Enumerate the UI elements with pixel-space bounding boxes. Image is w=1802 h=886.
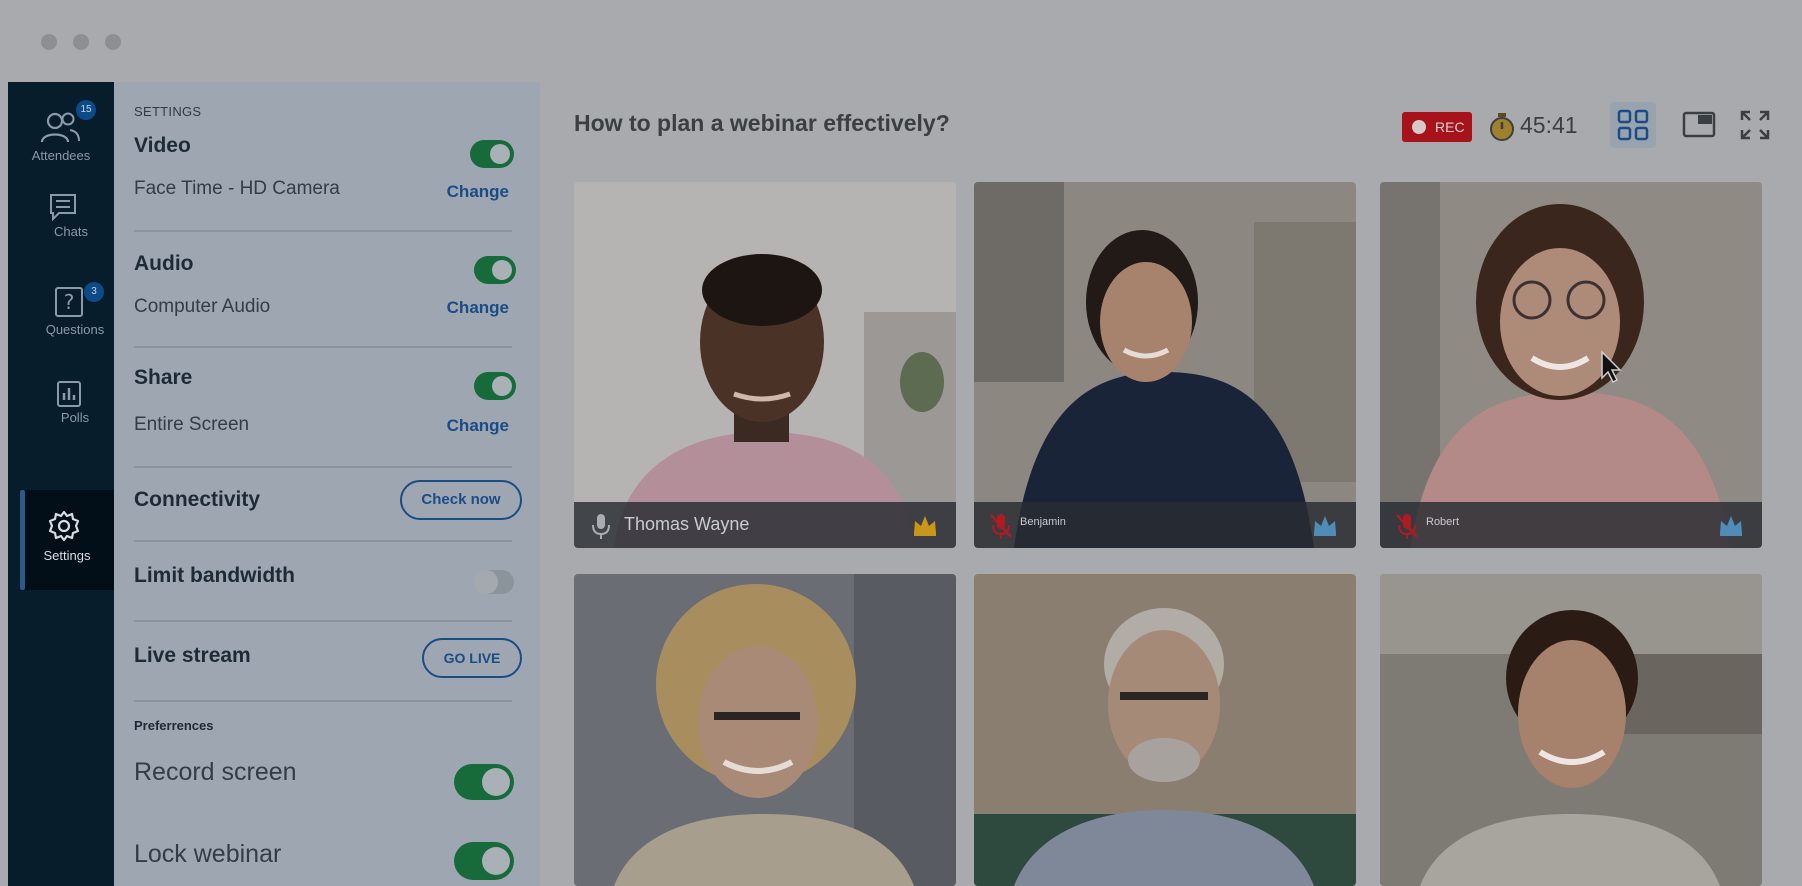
microphone-muted-icon[interactable] bbox=[1394, 512, 1420, 540]
nav-label-questions: Questions bbox=[45, 322, 105, 337]
nav-item-attendees[interactable]: 15 Attendees bbox=[8, 92, 114, 188]
share-toggle[interactable] bbox=[474, 372, 516, 400]
sidebar-nav: 15 Attendees Chats ? 3 Questions Polls S… bbox=[8, 82, 114, 886]
question-icon: ? bbox=[55, 287, 83, 317]
participant-name: Robert bbox=[1426, 516, 1460, 528]
svg-text:?: ? bbox=[64, 290, 75, 314]
settings-heading: SETTINGS bbox=[134, 104, 202, 119]
mouse-cursor-icon bbox=[1601, 350, 1622, 384]
participant-name-bar: Robert bbox=[1380, 502, 1762, 548]
settings-panel: SETTINGS Video Face Time - HD Camera Cha… bbox=[114, 82, 540, 886]
participant-video bbox=[974, 182, 1356, 548]
participant-video bbox=[574, 182, 956, 548]
participant-name: Benjamin bbox=[1020, 516, 1066, 528]
crown-icon bbox=[1314, 516, 1336, 536]
gear-icon bbox=[48, 510, 80, 542]
divider bbox=[134, 620, 512, 622]
fullscreen-icon bbox=[1740, 110, 1770, 140]
nav-label-chats: Chats bbox=[54, 224, 88, 239]
share-title: Share bbox=[134, 366, 193, 389]
video-device-label: Face Time - HD Camera bbox=[134, 178, 340, 199]
recording-badge[interactable]: REC bbox=[1402, 112, 1472, 142]
webinar-app: 15 Attendees Chats ? 3 Questions Polls S… bbox=[8, 82, 1802, 886]
lock-webinar-label: Lock webinar bbox=[134, 840, 282, 868]
crown-icon bbox=[1720, 516, 1742, 536]
window-titlebar bbox=[0, 0, 1802, 82]
check-now-button[interactable]: Check now bbox=[400, 480, 522, 520]
picture-in-picture-icon bbox=[1682, 111, 1716, 138]
divider bbox=[134, 230, 512, 232]
live-stream-title: Live stream bbox=[134, 644, 251, 667]
fullscreen-button[interactable] bbox=[1732, 102, 1778, 148]
window-minimize-button[interactable] bbox=[73, 34, 89, 50]
nav-active-indicator bbox=[20, 490, 25, 590]
participant-tile[interactable] bbox=[1380, 574, 1762, 886]
preferences-heading: Preferrences bbox=[134, 718, 214, 733]
people-icon bbox=[40, 112, 80, 143]
audio-title: Audio bbox=[134, 252, 194, 275]
video-change-link[interactable]: Change bbox=[447, 182, 509, 202]
connectivity-title: Connectivity bbox=[134, 488, 261, 511]
questions-count-badge: 3 bbox=[84, 282, 104, 302]
go-live-button[interactable]: GO LIVE bbox=[422, 638, 522, 678]
chat-icon bbox=[50, 194, 76, 222]
nav-label-settings: Settings bbox=[43, 548, 91, 563]
app-window: 15 Attendees Chats ? 3 Questions Polls S… bbox=[0, 0, 1802, 886]
participant-video bbox=[574, 574, 956, 886]
nav-label-polls: Polls bbox=[60, 410, 90, 425]
divider bbox=[134, 540, 512, 542]
nav-item-chats[interactable]: Chats bbox=[8, 184, 114, 280]
participant-name-bar: Thomas Wayne bbox=[574, 502, 956, 548]
record-screen-label: Record screen bbox=[134, 758, 297, 786]
share-change-link[interactable]: Change bbox=[447, 416, 509, 436]
participant-tile[interactable]: Thomas Wayne bbox=[574, 182, 956, 548]
divider bbox=[134, 346, 512, 348]
audio-change-link[interactable]: Change bbox=[447, 298, 509, 318]
main-stage: How to plan a webinar effectively? REC 4… bbox=[540, 82, 1802, 886]
participant-name: Thomas Wayne bbox=[624, 514, 750, 534]
microphone-icon[interactable] bbox=[588, 512, 614, 540]
webinar-title: How to plan a webinar effectively? bbox=[574, 110, 950, 136]
participant-tile[interactable] bbox=[974, 574, 1356, 886]
record-dot-icon bbox=[1412, 120, 1426, 134]
nav-label-attendees: Attendees bbox=[31, 148, 91, 163]
nav-item-questions[interactable]: ? 3 Questions bbox=[8, 278, 114, 374]
participant-name-bar: Benjamin bbox=[974, 502, 1356, 548]
audio-toggle[interactable] bbox=[474, 256, 516, 284]
microphone-muted-icon[interactable] bbox=[988, 512, 1014, 540]
divider bbox=[134, 466, 512, 468]
participant-tile[interactable] bbox=[574, 574, 956, 886]
participant-tile[interactable]: Robert bbox=[1380, 182, 1762, 548]
participant-video bbox=[1380, 574, 1762, 886]
window-maximize-button[interactable] bbox=[105, 34, 121, 50]
audio-device-label: Computer Audio bbox=[134, 296, 271, 317]
recording-label: REC bbox=[1435, 119, 1465, 135]
video-title: Video bbox=[134, 134, 191, 157]
window-close-button[interactable] bbox=[41, 34, 57, 50]
grid-view-button[interactable] bbox=[1610, 102, 1656, 148]
lock-webinar-toggle[interactable] bbox=[454, 842, 514, 880]
divider bbox=[134, 700, 512, 702]
pip-view-button[interactable] bbox=[1676, 102, 1722, 148]
session-timer: 45:41 bbox=[1520, 112, 1578, 138]
limit-bandwidth-title: Limit bandwidth bbox=[134, 564, 295, 587]
video-toggle[interactable] bbox=[470, 140, 514, 168]
participant-tile[interactable]: Benjamin bbox=[974, 182, 1356, 548]
stopwatch-icon bbox=[1490, 113, 1514, 141]
limit-bandwidth-toggle[interactable] bbox=[474, 570, 514, 594]
participant-video bbox=[974, 574, 1356, 886]
participant-video bbox=[1380, 182, 1762, 548]
nav-item-settings[interactable]: Settings bbox=[20, 490, 114, 590]
record-screen-toggle[interactable] bbox=[454, 764, 514, 800]
nav-item-polls[interactable]: Polls bbox=[8, 372, 114, 468]
crown-icon bbox=[914, 516, 936, 536]
grid-view-icon bbox=[1617, 109, 1649, 141]
attendees-count-badge: 15 bbox=[76, 100, 96, 120]
poll-icon bbox=[57, 381, 81, 407]
share-source-label: Entire Screen bbox=[134, 414, 250, 435]
